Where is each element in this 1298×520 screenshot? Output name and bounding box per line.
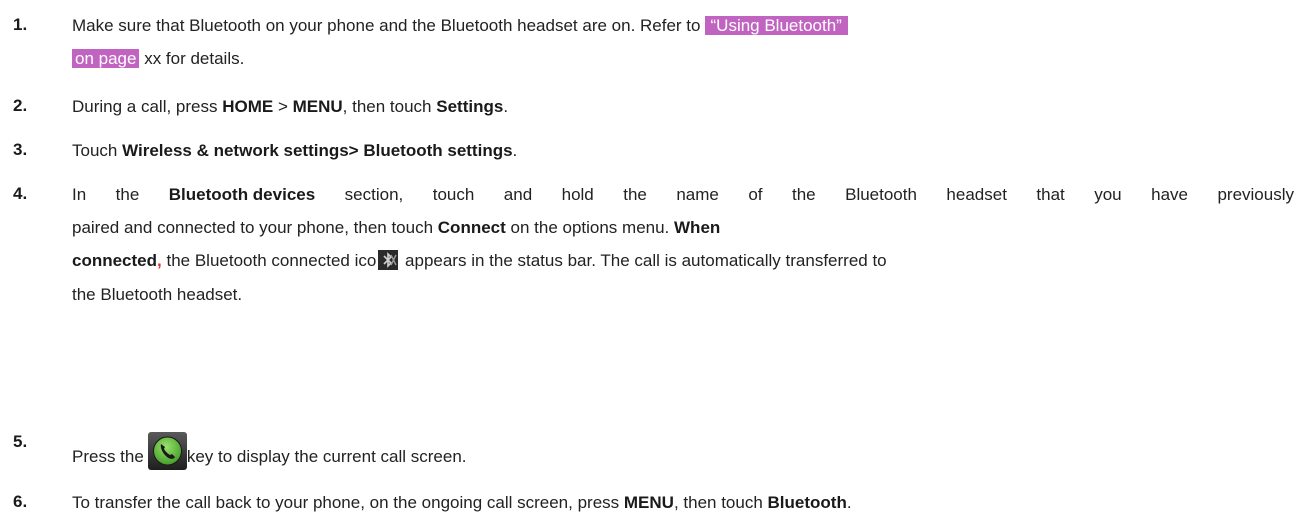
bluetooth-option-label: Bluetooth [767,493,847,512]
word: previously [1217,185,1294,204]
step-text: ico [354,251,377,270]
step-text: To transfer the call back to your phone,… [72,493,624,512]
connect-label: Connect [437,218,506,237]
word: touch [432,185,475,204]
word: the [115,185,140,204]
menu-key-label: MENU [292,97,343,116]
step-number: 2. [13,96,28,115]
step-text: During a call, press [72,97,223,116]
cross-reference-link-continued[interactable]: on page [72,49,140,68]
word: and [503,185,533,204]
step-4-line-2: paired and connected to your phone, then… [72,217,720,239]
step-4-line-3: connected, the Bluetooth connected ico a… [72,250,887,272]
step-text: . [846,493,852,512]
step-1-line-2: on page xx for details. [72,48,244,70]
word: that [1036,185,1065,204]
step-text: > [273,97,293,116]
step-4-line-1: In the Bluetooth devices section, touch … [72,184,1294,206]
step-number: 6. [13,492,28,511]
step-number: 5. [13,432,28,451]
bluetooth-connected-icon [378,250,399,270]
step-text: the Bluetooth connected [161,251,355,270]
step-text: Touch [72,141,123,160]
step-2-line: During a call, press HOME > MENU, then t… [72,96,508,118]
step-5-line: Press the key to display the current cal… [72,432,467,470]
word: the [623,185,647,204]
step-text: on the options menu. [505,218,675,237]
call-key-icon [147,432,187,470]
cross-reference-link[interactable]: “Using Bluetooth” [704,16,848,35]
word: In [72,185,87,204]
step-text: appears in the status bar. The call is a… [400,251,887,270]
step-number: 1. [13,15,28,34]
step-text: key to display the current call screen. [186,447,467,466]
word: have [1151,185,1188,204]
step-text: Make sure that Bluetooth on your phone a… [72,16,701,35]
step-text: paired and connected to your phone, then… [72,218,438,237]
step-4-line-4: the Bluetooth headset. [72,284,242,306]
word: Bluetooth [845,185,917,204]
word: you [1094,185,1122,204]
menu-key-label: MENU [623,493,674,512]
settings-path-label: Wireless & network settings> Bluetooth s… [122,141,513,160]
word: hold [561,185,594,204]
step-text: Press the [72,447,144,466]
step-number: 3. [13,140,28,159]
step-text: the Bluetooth headset. [72,285,243,304]
bluetooth-devices-label: Bluetooth devices [168,185,316,204]
step-text: xx for details. [144,49,245,68]
step-number: 4. [13,184,28,203]
step-3-line: Touch Wireless & network settings> Bluet… [72,140,517,162]
connected-label: connected [72,251,158,270]
step-1-line-1: Make sure that Bluetooth on your phone a… [72,15,848,37]
step-text: . [503,97,509,116]
home-key-label: HOME [222,97,274,116]
when-label: When [674,218,721,237]
step-6-line: To transfer the call back to your phone,… [72,492,852,514]
word: section, [344,185,404,204]
settings-label: Settings [436,97,504,116]
word: name [676,185,719,204]
word: the [792,185,816,204]
step-text: . [512,141,518,160]
word: of [748,185,763,204]
word: headset [946,185,1007,204]
step-text: , then touch [673,493,768,512]
step-text: , then touch [342,97,437,116]
